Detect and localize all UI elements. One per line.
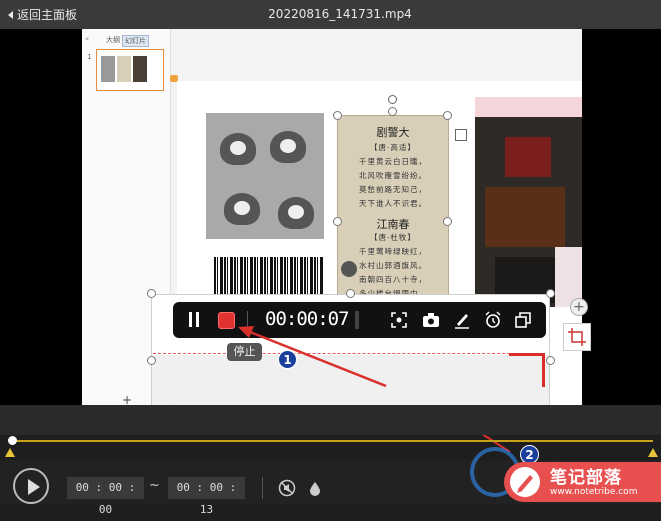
trim-end-handle[interactable] <box>648 448 658 457</box>
divider <box>262 477 263 499</box>
brand-logo: 笔记部落 www.notetribe.com <box>504 462 661 502</box>
mute-icon <box>278 479 296 497</box>
brand-name: 笔记部落 <box>550 468 622 488</box>
step-badge-1: 1 <box>278 350 297 369</box>
timeline[interactable] <box>0 405 661 435</box>
time-range-separator: ~ <box>149 478 160 493</box>
trim-start-handle[interactable] <box>5 448 15 457</box>
droplet-icon <box>310 482 320 496</box>
playhead[interactable] <box>8 436 17 445</box>
play-button[interactable] <box>13 468 49 504</box>
volume-button[interactable] <box>309 480 321 496</box>
end-time-field[interactable]: 00 : 00 : 13 <box>168 477 245 516</box>
timeline-track[interactable] <box>12 440 653 442</box>
mute-button[interactable] <box>278 479 296 497</box>
pen-logo-icon <box>510 467 540 497</box>
start-time-field[interactable]: 00 : 00 : 00 <box>67 477 144 516</box>
brand-url: www.notetribe.com <box>550 487 638 497</box>
